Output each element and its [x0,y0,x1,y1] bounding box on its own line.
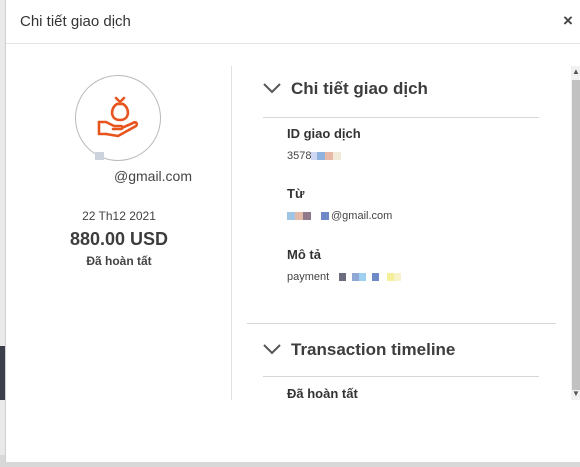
description-value: payment [287,271,402,283]
divider [263,376,539,377]
transaction-id-value: 3578 [287,150,342,162]
transaction-details-panel: Chi tiết giao dịch ID giao dịch 3578 Từ … [247,66,556,400]
scroll-up-arrow-icon[interactable]: ▲ [571,66,580,78]
scroll-thumb[interactable] [572,80,580,390]
from-value: @gmail.com [287,210,392,222]
scrollbar[interactable]: ▲ ▼ [571,66,580,400]
details-section-toggle[interactable]: Chi tiết giao dịch [263,79,523,105]
close-icon: × [563,11,573,30]
close-button[interactable]: × [559,11,577,31]
chevron-down-icon [263,83,281,94]
avatar-status-dot [95,152,104,160]
timeline-section-title: Transaction timeline [291,340,456,359]
transaction-detail-modal: Chi tiết giao dịch × @gmail.com 22 Th12 … [5,0,580,462]
description-text: payment [287,271,330,283]
modal-title: Chi tiết giao dịch [20,13,131,30]
transaction-id-label: ID giao dịch [287,126,361,141]
details-section-title: Chi tiết giao dịch [291,79,428,98]
timeline-section-toggle[interactable]: Transaction timeline [263,340,523,366]
transaction-status: Đã hoàn tất [86,254,152,268]
from-label: Từ [287,186,305,201]
transaction-summary: @gmail.com 22 Th12 2021 880.00 USD Đã ho… [6,66,232,400]
modal-header: Chi tiết giao dịch × [6,0,580,44]
avatar [75,75,161,161]
timeline-status: Đã hoàn tất [287,386,358,400]
from-email-text: @gmail.com [331,210,393,222]
divider [263,117,539,118]
description-label: Mô tả [287,247,321,262]
customer-email: @gmail.com [114,168,193,184]
transaction-amount: 880.00 USD [69,229,169,249]
transaction-date: 22 Th12 2021 [82,209,156,223]
transaction-id-text: 3578 [287,150,312,162]
chevron-down-icon [263,344,281,355]
divider [247,323,556,324]
scroll-down-arrow-icon[interactable]: ▼ [571,388,580,400]
money-hand-icon [97,96,139,138]
